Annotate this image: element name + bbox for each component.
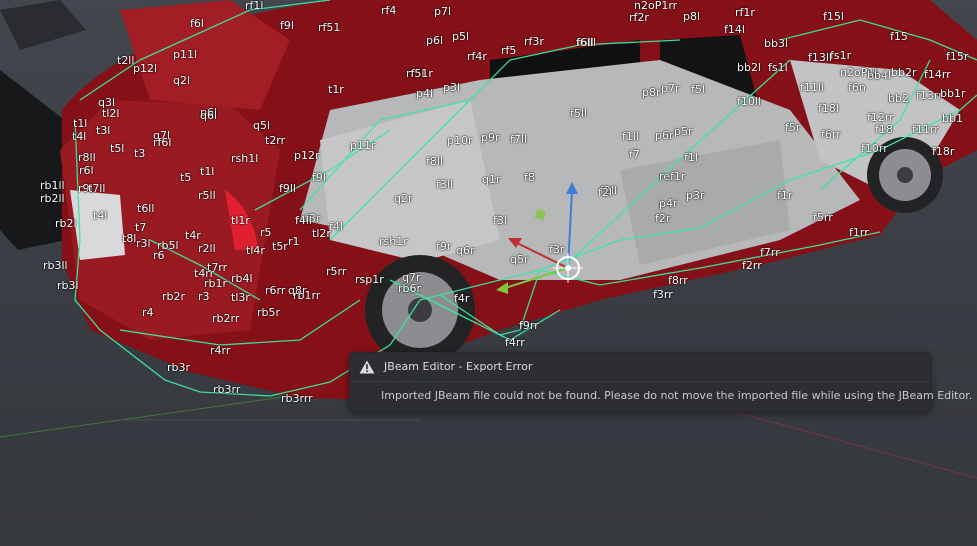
door-panel — [0, 70, 66, 250]
3d-viewport[interactable]: rf1l f6l t2ll p12l p11l q2l q3l tl2l t3l t1l t4l r8… — [0, 0, 977, 546]
toast-message: Imported JBeam file could not be found. … — [381, 389, 973, 402]
export-error-toast[interactable]: JBeam Editor - Export Error Imported JBe… — [349, 352, 972, 412]
spoiler-panel — [0, 0, 86, 50]
rear-wheel — [365, 255, 475, 365]
car-body — [60, 0, 977, 400]
warning-icon — [359, 360, 375, 374]
front-wheel — [867, 137, 943, 213]
toast-header: JBeam Editor - Export Error — [350, 353, 930, 382]
toast-title: JBeam Editor - Export Error — [384, 360, 533, 373]
car-scene[interactable] — [0, 0, 977, 546]
